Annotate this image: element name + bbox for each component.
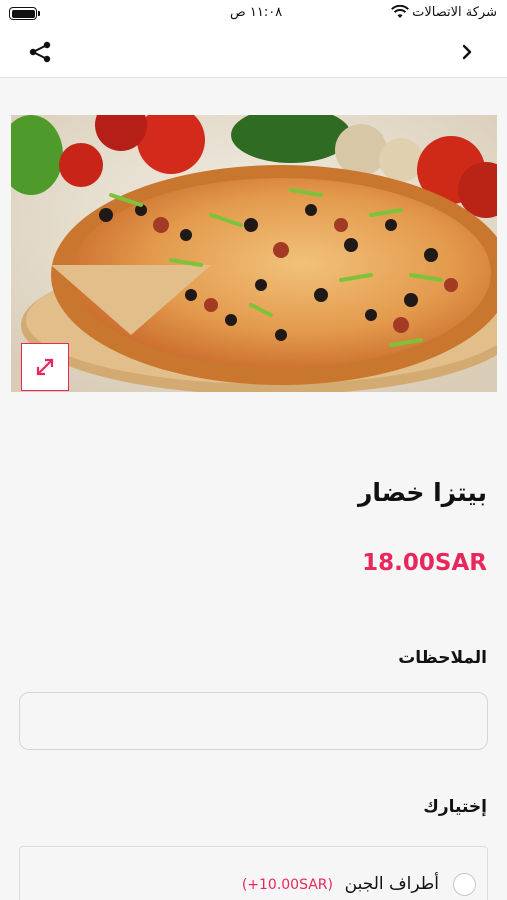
share-icon[interactable] (28, 40, 52, 68)
status-bar: شركة الاتصالات ١١:٠٨ ص (0, 0, 507, 28)
expand-image-button[interactable] (21, 343, 69, 391)
pizza-image (11, 115, 497, 392)
notes-label: الملاحظات (398, 648, 487, 668)
radio-button[interactable] (453, 873, 476, 896)
nav-bar (0, 28, 507, 78)
option-price: (+10.00SAR) (241, 877, 333, 893)
option-cheese-crust[interactable]: أطراف الجبن (+10.00SAR) (18, 847, 487, 900)
expand-arrows-icon (33, 355, 57, 379)
chevron-right-icon[interactable] (461, 42, 473, 66)
product-name: بيتزا خضار (357, 478, 487, 507)
product-price: 18.00SAR (362, 550, 487, 576)
notes-input[interactable] (19, 692, 488, 750)
options-card: أطراف الجبن (+10.00SAR) (19, 846, 488, 900)
choices-label: إختيارك (423, 797, 487, 817)
battery-icon (9, 7, 40, 20)
carrier-name: شركة الاتصالات (412, 5, 497, 20)
option-name: أطراف الجبن (344, 874, 439, 894)
clock: ١١:٠٨ ص (230, 5, 283, 20)
product-image (11, 115, 497, 392)
wifi-icon (391, 4, 409, 23)
